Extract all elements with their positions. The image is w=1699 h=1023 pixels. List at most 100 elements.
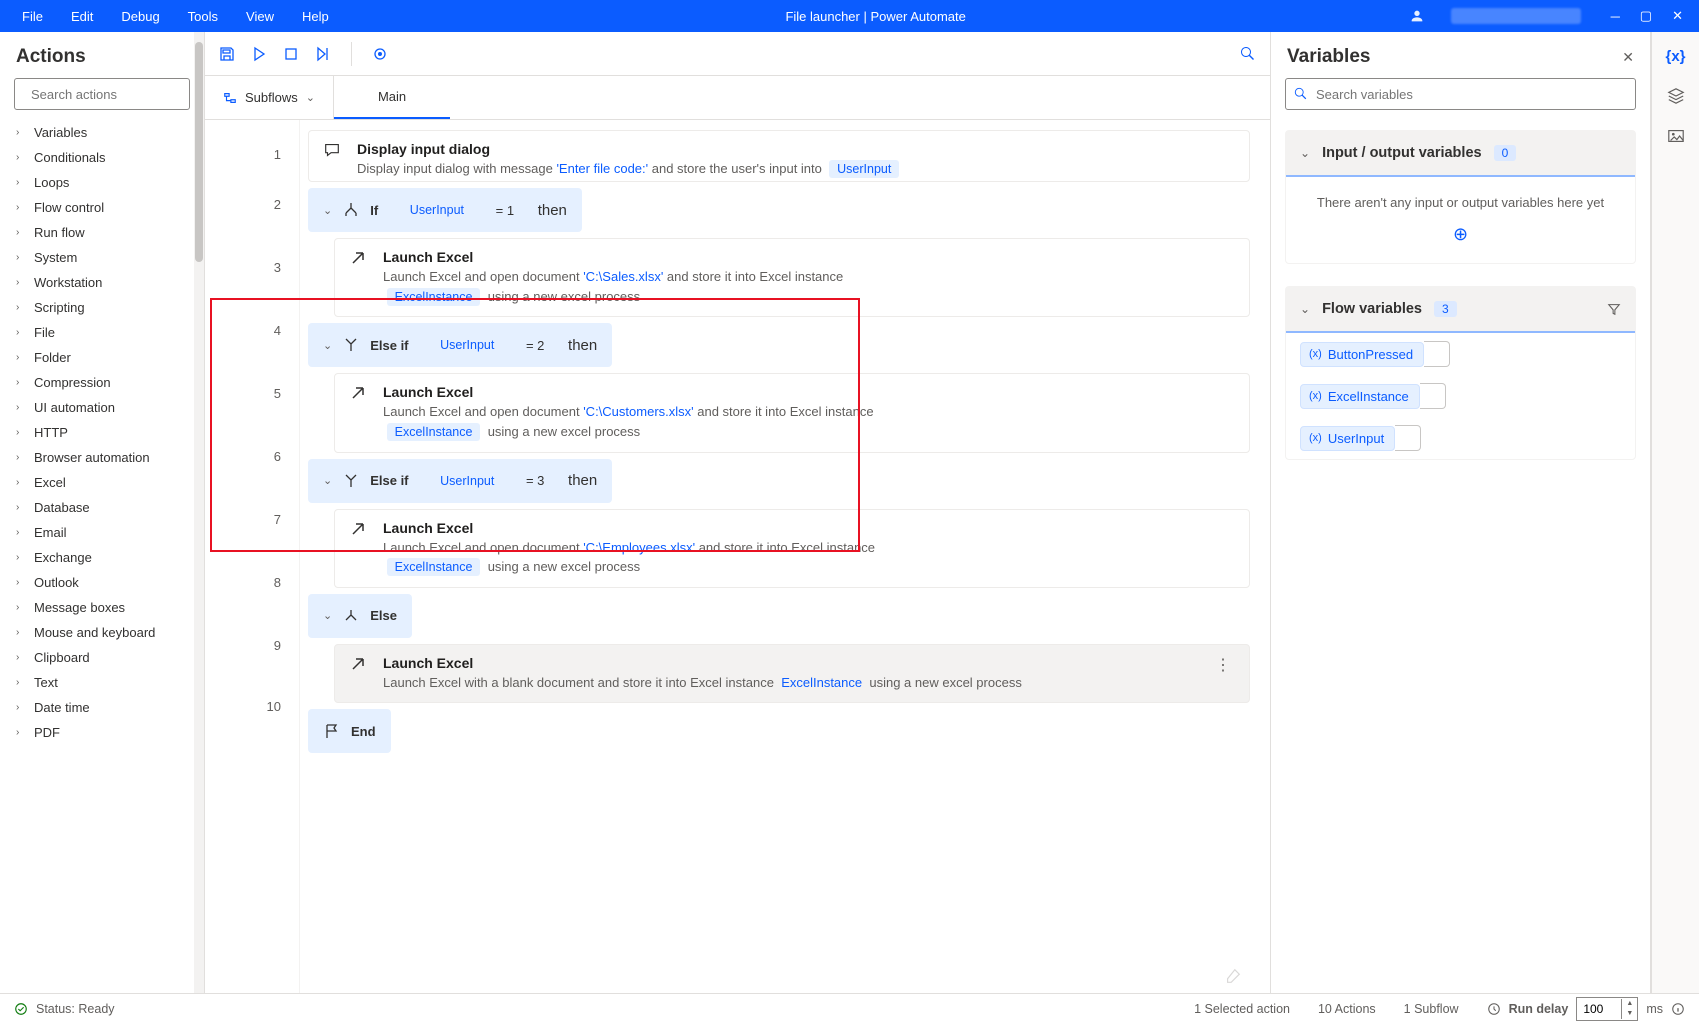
cat-compression[interactable]: ›Compression xyxy=(0,370,204,395)
rail-images-icon[interactable] xyxy=(1667,127,1685,145)
io-variables-section: ⌄ Input / output variables 0 There aren'… xyxy=(1285,130,1636,264)
action-display-input-dialog[interactable]: Display input dialog Display input dialo… xyxy=(308,130,1250,182)
collapse-icon[interactable]: ⌄ xyxy=(323,339,332,352)
cat-database[interactable]: ›Database xyxy=(0,495,204,520)
cat-ui-automation[interactable]: ›UI automation xyxy=(0,395,204,420)
var-userinput[interactable]: (x)UserInput xyxy=(1300,426,1395,451)
filter-icon[interactable] xyxy=(1607,302,1621,316)
cat-message-boxes[interactable]: ›Message boxes xyxy=(0,595,204,620)
search-actions[interactable] xyxy=(14,78,190,110)
flow-canvas[interactable]: 1 2 3 4 5 6 7 8 9 10 Display input dialo… xyxy=(205,120,1270,993)
designer-panel: Subflows ⌄ Main 1 2 3 4 5 6 7 8 9 10 xyxy=(205,32,1271,993)
arrow-icon xyxy=(349,384,367,402)
status-bar: Status: Ready 1 Selected action 10 Actio… xyxy=(0,993,1699,1023)
cat-email[interactable]: ›Email xyxy=(0,520,204,545)
run-delay-input[interactable]: ▲▼ xyxy=(1576,997,1638,1021)
tab-main[interactable]: Main xyxy=(334,76,450,119)
io-variables-header[interactable]: ⌄ Input / output variables 0 xyxy=(1286,131,1635,177)
rail-layers-icon[interactable] xyxy=(1667,87,1685,105)
block-end[interactable]: End xyxy=(308,709,391,753)
cat-run-flow[interactable]: ›Run flow xyxy=(0,220,204,245)
cat-excel[interactable]: ›Excel xyxy=(0,470,204,495)
cat-folder[interactable]: ›Folder xyxy=(0,345,204,370)
cat-browser-automation[interactable]: ›Browser automation xyxy=(0,445,204,470)
status-selected: 1 Selected action xyxy=(1194,1002,1290,1016)
cat-exchange[interactable]: ›Exchange xyxy=(0,545,204,570)
action-launch-excel-sales[interactable]: Launch Excel Launch Excel and open docum… xyxy=(334,238,1250,317)
action-launch-excel-employees[interactable]: Launch Excel Launch Excel and open docum… xyxy=(334,509,1250,588)
run-button[interactable] xyxy=(251,46,267,62)
run-delay-label: Run delay xyxy=(1509,1002,1569,1016)
cat-workstation[interactable]: ›Workstation xyxy=(0,270,204,295)
cat-outlook[interactable]: ›Outlook xyxy=(0,570,204,595)
cat-date-time[interactable]: ›Date time xyxy=(0,695,204,720)
menu-file[interactable]: File xyxy=(8,9,57,24)
maximize-button[interactable]: ▢ xyxy=(1640,8,1652,24)
flow-count-badge: 3 xyxy=(1434,301,1457,317)
branch-icon xyxy=(342,201,360,219)
window-title: File launcher | Power Automate xyxy=(343,9,1409,24)
cat-file[interactable]: ›File xyxy=(0,320,204,345)
branch-icon xyxy=(342,336,360,354)
action-more-menu[interactable]: ⋮ xyxy=(1211,655,1235,675)
cat-clipboard[interactable]: ›Clipboard xyxy=(0,645,204,670)
cat-scripting[interactable]: ›Scripting xyxy=(0,295,204,320)
cat-loops[interactable]: ›Loops xyxy=(0,170,204,195)
actions-heading: Actions xyxy=(0,32,204,78)
search-variables-input[interactable] xyxy=(1316,87,1627,102)
menu-view[interactable]: View xyxy=(232,9,288,24)
action-launch-excel-blank[interactable]: Launch Excel Launch Excel with a blank d… xyxy=(334,644,1250,704)
cat-pdf[interactable]: ›PDF xyxy=(0,720,204,745)
cat-text[interactable]: ›Text xyxy=(0,670,204,695)
cat-system[interactable]: ›System xyxy=(0,245,204,270)
delay-down[interactable]: ▼ xyxy=(1622,1009,1637,1019)
delay-up[interactable]: ▲ xyxy=(1622,999,1637,1009)
menu-debug[interactable]: Debug xyxy=(107,9,173,24)
menu-tools[interactable]: Tools xyxy=(174,9,232,24)
collapse-icon[interactable]: ⌄ xyxy=(323,609,332,622)
search-variables[interactable] xyxy=(1285,78,1636,110)
actions-scrollbar[interactable] xyxy=(194,32,204,993)
actions-panel: Actions ›Variables ›Conditionals ›Loops … xyxy=(0,32,205,993)
cat-mouse-keyboard[interactable]: ›Mouse and keyboard xyxy=(0,620,204,645)
close-panel-button[interactable]: ✕ xyxy=(1622,49,1634,66)
cat-flow-control[interactable]: ›Flow control xyxy=(0,195,204,220)
flow-variables-header[interactable]: ⌄ Flow variables 3 xyxy=(1286,287,1635,333)
block-elseif-3[interactable]: ⌄ Else if UserInput = 3 then xyxy=(308,459,612,503)
io-empty-text: There aren't any input or output variabl… xyxy=(1317,195,1604,210)
status-subflow: 1 Subflow xyxy=(1404,1002,1459,1016)
var-buttonpressed[interactable]: (x)ButtonPressed xyxy=(1300,342,1424,367)
block-if[interactable]: ⌄ If UserInput = 1 then xyxy=(308,188,582,232)
cat-variables[interactable]: ›Variables xyxy=(0,120,204,145)
record-button[interactable] xyxy=(372,46,388,62)
action-categories[interactable]: ›Variables ›Conditionals ›Loops ›Flow co… xyxy=(0,120,204,993)
eraser-icon[interactable] xyxy=(1224,967,1242,985)
variables-panel: Variables ✕ ⌄ Input / output variables 0… xyxy=(1271,32,1651,993)
block-else[interactable]: ⌄ Else xyxy=(308,594,412,638)
block-elseif-2[interactable]: ⌄ Else if UserInput = 2 then xyxy=(308,323,612,367)
arrow-icon xyxy=(349,655,367,673)
save-button[interactable] xyxy=(219,46,235,62)
account-icon[interactable] xyxy=(1409,8,1425,24)
title-bar: File Edit Debug Tools View Help File lau… xyxy=(0,0,1699,32)
menu-help[interactable]: Help xyxy=(288,9,343,24)
stop-button[interactable] xyxy=(283,46,299,62)
collapse-icon[interactable]: ⌄ xyxy=(323,474,332,487)
flag-icon xyxy=(323,722,341,740)
toolbar-search-button[interactable] xyxy=(1240,46,1256,62)
minimize-button[interactable]: ─ xyxy=(1611,9,1620,24)
run-delay-field[interactable] xyxy=(1577,1002,1621,1016)
search-actions-input[interactable] xyxy=(31,87,207,102)
subflows-dropdown[interactable]: Subflows ⌄ xyxy=(205,76,334,119)
cat-conditionals[interactable]: ›Conditionals xyxy=(0,145,204,170)
add-variable-button[interactable]: ⊕ xyxy=(1300,224,1621,245)
step-button[interactable] xyxy=(315,46,331,62)
rail-variables-icon[interactable]: {x} xyxy=(1665,48,1685,65)
info-icon[interactable] xyxy=(1671,1002,1685,1016)
menu-edit[interactable]: Edit xyxy=(57,9,107,24)
close-button[interactable]: ✕ xyxy=(1672,8,1683,24)
cat-http[interactable]: ›HTTP xyxy=(0,420,204,445)
var-excelinstance[interactable]: (x)ExcelInstance xyxy=(1300,384,1420,409)
action-launch-excel-customers[interactable]: Launch Excel Launch Excel and open docum… xyxy=(334,373,1250,452)
collapse-icon[interactable]: ⌄ xyxy=(323,204,332,217)
